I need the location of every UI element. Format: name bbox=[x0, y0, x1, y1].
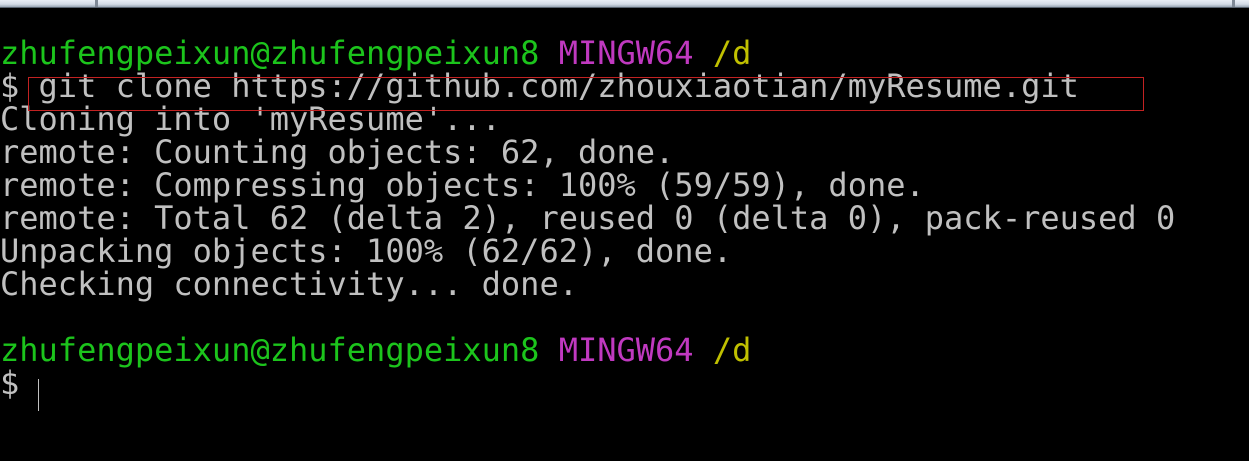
terminal-window[interactable]: zhufengpeixun@zhufengpeixun8 MINGW64 /d … bbox=[0, 8, 1249, 461]
output-line-cloning: Cloning into 'myResume'... bbox=[0, 100, 501, 138]
prompt-line-1: zhufengpeixun@zhufengpeixun8 MINGW64 /d bbox=[0, 37, 751, 70]
input-line[interactable]: $ bbox=[0, 367, 39, 400]
prompt-symbol: $ bbox=[0, 364, 20, 402]
prompt-line-2: zhufengpeixun@zhufengpeixun8 MINGW64 /d bbox=[0, 334, 751, 367]
text-cursor bbox=[38, 379, 39, 411]
prompt-system: MINGW64 bbox=[558, 331, 694, 369]
output-line-counting: remote: Counting objects: 62, done. bbox=[0, 133, 675, 171]
output-line-total: remote: Total 62 (delta 2), reused 0 (de… bbox=[0, 199, 1176, 237]
output-line-compressing: remote: Compressing objects: 100% (59/59… bbox=[0, 166, 925, 204]
command-line: $ git clone https://github.com/zhouxiaot… bbox=[0, 70, 1079, 103]
window-title-bar-edge bbox=[0, 0, 1249, 8]
tab-edge-right bbox=[1232, 0, 1235, 7]
output-line-checking: Checking connectivity... done. bbox=[0, 265, 578, 303]
prompt-user-host: zhufengpeixun@zhufengpeixun8 bbox=[0, 331, 540, 369]
output-line-unpacking: Unpacking objects: 100% (62/62), done. bbox=[0, 232, 733, 270]
tab-edge-left bbox=[95, 0, 98, 7]
prompt-path: /d bbox=[712, 331, 752, 369]
